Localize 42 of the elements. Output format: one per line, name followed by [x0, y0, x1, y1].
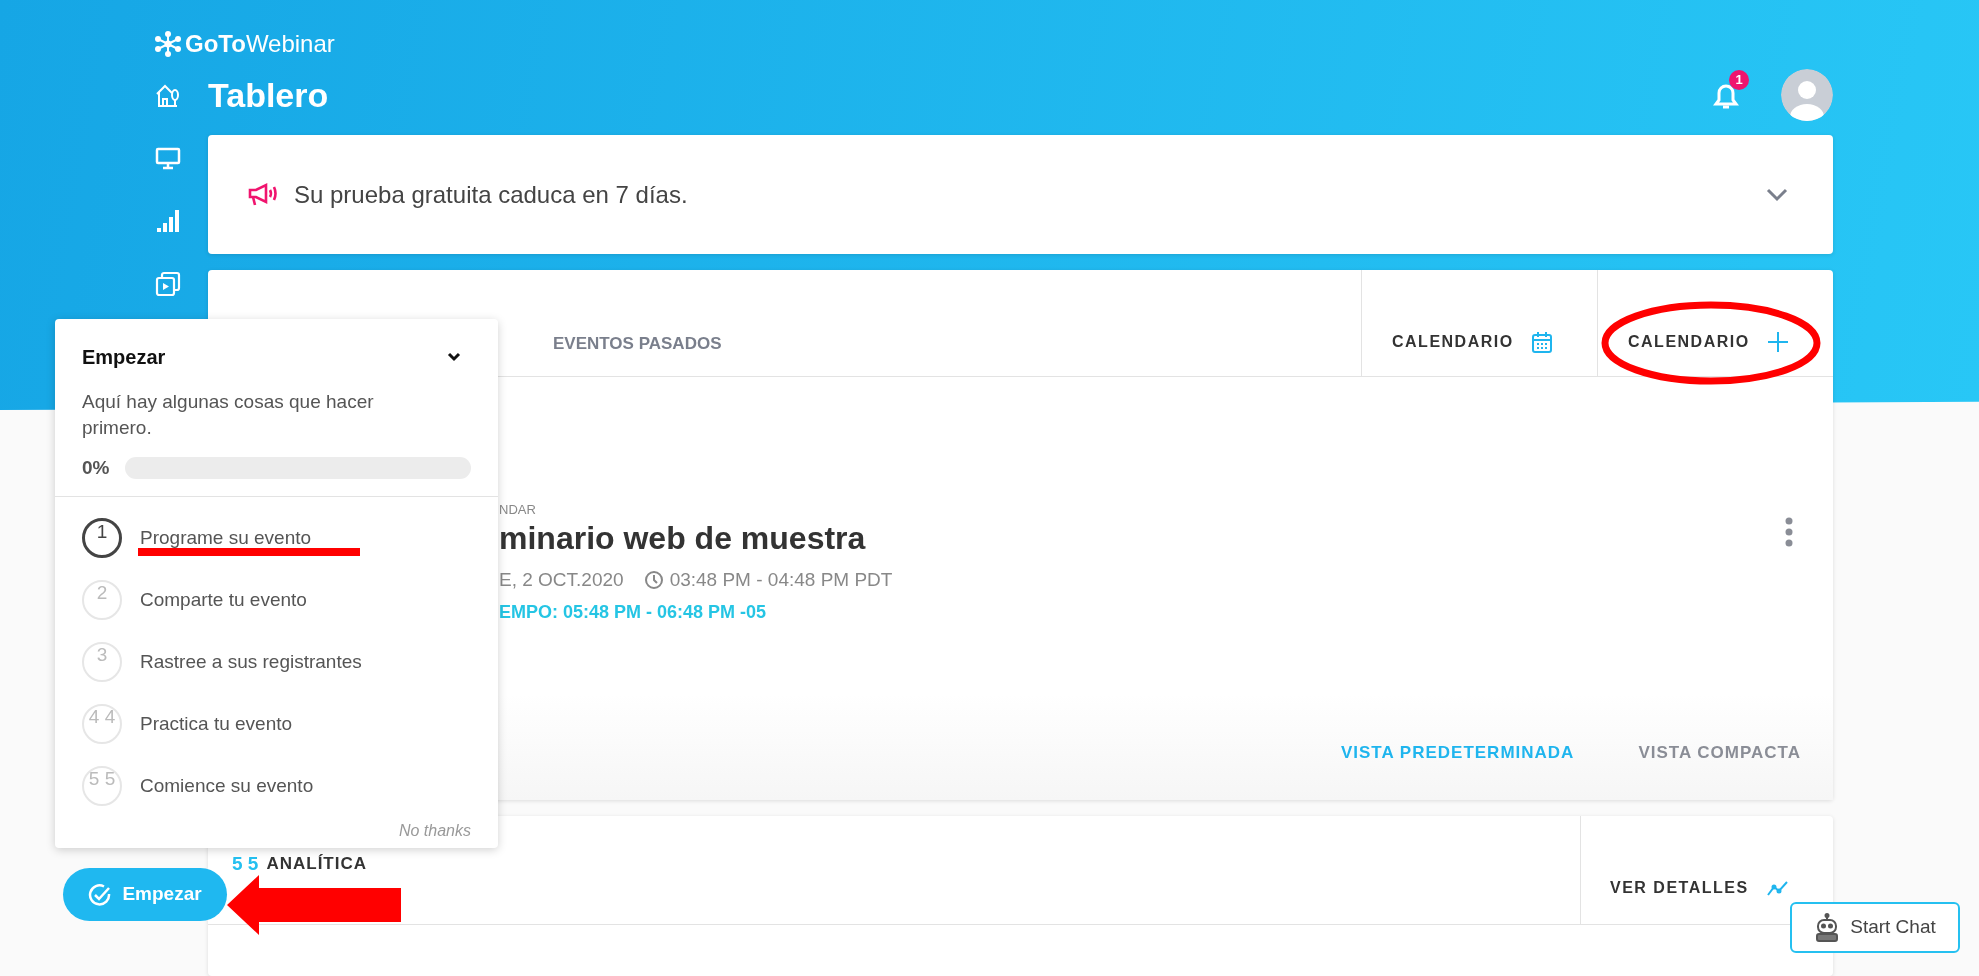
avatar-icon[interactable] [1781, 69, 1833, 121]
logo-icon [155, 31, 181, 57]
logo-text: GoToWebinar [185, 32, 335, 56]
step-link[interactable]: Programe su evento [140, 523, 312, 553]
home-icon[interactable] [155, 82, 181, 108]
step-number: 5 5 [82, 766, 122, 806]
chevron-down-icon[interactable] [447, 352, 461, 362]
progress-percent: 0% [82, 455, 110, 480]
plus-icon [1767, 332, 1788, 352]
local-time: EMPO: 05:48 PM - 06:48 PM -05 [499, 600, 768, 624]
panel-description: Aquí hay algunas cosas que hacer primero. [82, 390, 375, 440]
clock-icon [643, 570, 664, 591]
calendar-button[interactable]: CALENDARIO [1392, 330, 1552, 354]
step-number: 5 5 [232, 851, 259, 876]
calendar-icon [1531, 331, 1552, 353]
video-library-icon[interactable] [155, 271, 181, 297]
event-category: NDAR [499, 502, 537, 518]
more-options-icon[interactable] [1785, 517, 1793, 547]
monitor-icon[interactable] [155, 145, 181, 171]
page-title: Tablero [208, 75, 329, 115]
check-circle-icon [88, 882, 113, 907]
step-link[interactable]: Comparte tu evento [140, 585, 307, 615]
step-number: 2 [82, 580, 122, 620]
start-chat-button[interactable]: Start Chat [1790, 902, 1960, 953]
trial-message: Su prueba gratuita caduca en 7 días. [294, 179, 689, 210]
event-time: 03:48 PM - 04:48 PM PDT [669, 568, 893, 592]
event-date: E, 2 OCT.2020 [499, 568, 624, 592]
step-number: 1 [82, 518, 122, 558]
megaphone-icon [248, 181, 278, 208]
analytics-title: ANALÍTICA [266, 853, 368, 876]
step-number: 4 4 [82, 704, 122, 744]
signal-bars-icon[interactable] [155, 208, 181, 234]
view-details-button[interactable]: VER DETALLES [1610, 876, 1789, 900]
trend-line-icon [1766, 880, 1789, 896]
robot-icon [1814, 912, 1841, 943]
step-link[interactable]: Comience su evento [140, 771, 314, 801]
event-title[interactable]: minario web de muestra [499, 518, 1833, 558]
events-tab[interactable]: EVENTOS PASADOS [553, 330, 722, 356]
step-link[interactable]: Practica tu evento [140, 709, 293, 739]
step-number: 3 [82, 642, 122, 682]
step-link[interactable]: Rastree a sus registrantes [140, 647, 362, 677]
panel-title: Empezar [82, 345, 166, 369]
